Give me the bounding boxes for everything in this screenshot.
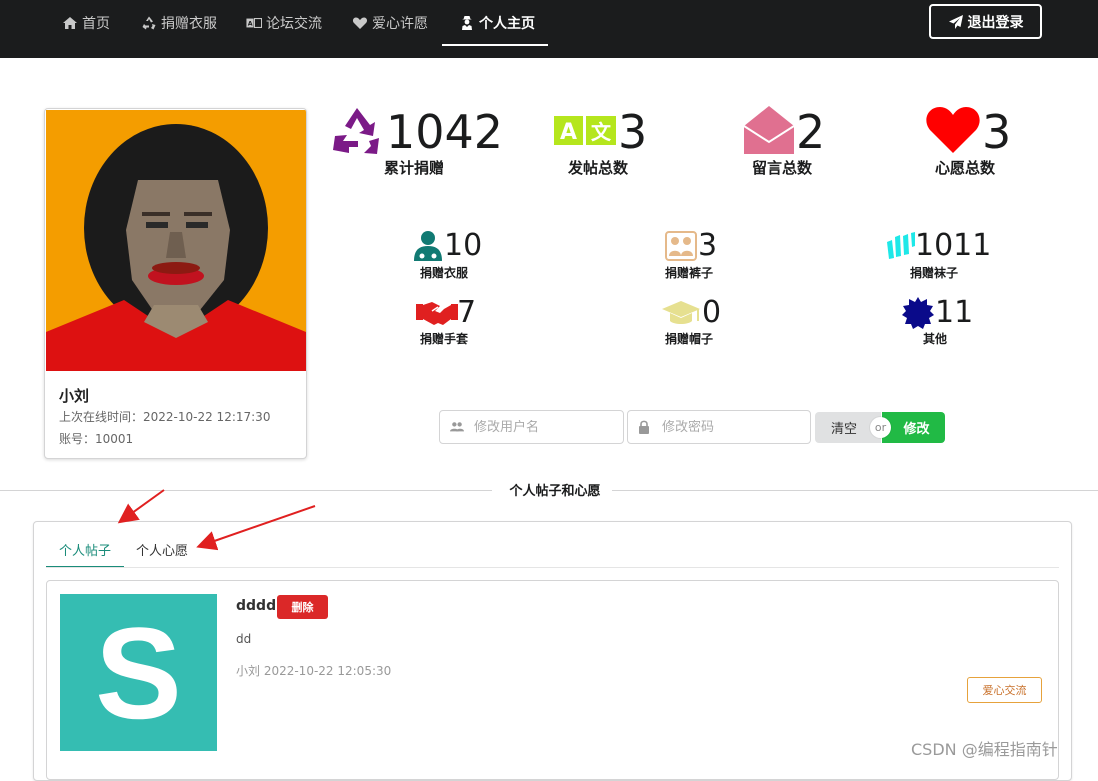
section-divider-left bbox=[0, 490, 492, 491]
submit-edit-button[interactable]: 修改 bbox=[882, 412, 945, 443]
stat-value: 0 bbox=[702, 295, 722, 330]
nav-item-forum[interactable]: A 论坛交流 bbox=[246, 0, 322, 46]
tab-personal-posts[interactable]: 个人帖子 bbox=[46, 540, 124, 568]
home-icon bbox=[62, 15, 78, 31]
nav-active-indicator bbox=[442, 44, 548, 46]
profile-name: 小刘 bbox=[59, 387, 90, 405]
stat-total-messages: 2 留言总数 bbox=[743, 104, 833, 177]
stat-label: 捐赠袜子 bbox=[910, 266, 959, 280]
nav-item-wish[interactable]: 爱心许愿 bbox=[352, 0, 428, 46]
nav-item-label: 爱心许愿 bbox=[372, 16, 428, 32]
stat-value: 7 bbox=[457, 295, 477, 330]
handshake-icon bbox=[416, 299, 458, 331]
stat-value: 11 bbox=[935, 295, 974, 330]
post-content: dd bbox=[236, 632, 252, 646]
account-id: 账号：10001 bbox=[59, 432, 134, 446]
users-icon bbox=[665, 230, 697, 266]
top-nav-bar: 首页 捐赠衣服 A 论坛交流 爱心许愿 个人主页 退出登录 bbox=[0, 0, 1098, 58]
username-field-wrapper bbox=[439, 410, 624, 444]
nav-item-label: 首页 bbox=[82, 16, 110, 32]
user-md-icon bbox=[413, 230, 443, 266]
translate-icon: A 文 bbox=[553, 114, 617, 152]
stat-label: 捐赠裤子 bbox=[665, 266, 714, 280]
stat-total-posts: A 文 3 发帖总数 bbox=[553, 104, 653, 177]
stat-label: 发帖总数 bbox=[568, 159, 629, 177]
stat-label: 累计捐赠 bbox=[384, 159, 445, 177]
stat-label: 心愿总数 bbox=[935, 159, 996, 177]
stat-value: 10 bbox=[444, 228, 483, 263]
svg-text:A: A bbox=[560, 120, 577, 145]
heart-icon bbox=[352, 15, 368, 31]
paper-plane-icon bbox=[948, 14, 964, 30]
nav-item-home[interactable]: 首页 bbox=[62, 0, 110, 46]
post-thumbnail[interactable]: S bbox=[60, 594, 217, 751]
stat-value: 3 bbox=[982, 105, 1012, 159]
graduation-cap-icon bbox=[661, 299, 701, 331]
section-divider-right bbox=[612, 490, 1098, 491]
section-title: 个人帖子和心愿 bbox=[509, 484, 601, 499]
password-input[interactable] bbox=[662, 419, 802, 435]
stat-value: 3 bbox=[618, 105, 648, 159]
svg-text:A: A bbox=[248, 21, 253, 28]
annotation-arrow bbox=[117, 489, 165, 524]
watermark: CSDN @编程指南针 bbox=[911, 740, 1058, 759]
logout-label: 退出登录 bbox=[967, 14, 1024, 31]
post-title[interactable]: dddd bbox=[236, 598, 276, 614]
heart-icon bbox=[925, 106, 981, 158]
nav-item-label: 个人主页 bbox=[479, 16, 535, 32]
svg-text:文: 文 bbox=[591, 120, 612, 144]
users-icon bbox=[450, 420, 464, 434]
stat-label: 捐赠帽子 bbox=[665, 332, 714, 346]
wpforms-icon bbox=[886, 232, 916, 264]
recycle-icon bbox=[141, 15, 157, 31]
nav-item-profile[interactable]: 个人主页 bbox=[459, 0, 535, 46]
logout-button[interactable]: 退出登录 bbox=[929, 4, 1042, 39]
lock-icon bbox=[638, 420, 652, 434]
stat-total-donations: 1042 累计捐赠 bbox=[331, 104, 506, 177]
stat-label: 捐赠手套 bbox=[420, 332, 469, 346]
user-secret-icon bbox=[459, 15, 475, 31]
stat-value: 1042 bbox=[386, 105, 504, 159]
last-online-time: 上次在线时间：2022-10-22 12:17:30 bbox=[59, 410, 271, 424]
stat-label: 留言总数 bbox=[752, 159, 813, 177]
certificate-icon bbox=[901, 296, 935, 334]
tabs-underline bbox=[46, 567, 1059, 568]
stat-value: 3 bbox=[698, 228, 718, 263]
avatar bbox=[46, 110, 306, 371]
or-separator: or bbox=[870, 417, 891, 438]
translate-icon: A bbox=[246, 15, 262, 31]
username-input[interactable] bbox=[474, 419, 614, 435]
stat-total-wishes: 3 心愿总数 bbox=[925, 104, 1015, 177]
stat-value: 1011 bbox=[915, 228, 992, 263]
tab-personal-wishes[interactable]: 个人心愿 bbox=[136, 540, 188, 568]
post-category-tag[interactable]: 爱心交流 bbox=[967, 677, 1042, 703]
nav-item-donate-clothes[interactable]: 捐赠衣服 bbox=[141, 0, 217, 46]
password-field-wrapper bbox=[627, 410, 811, 444]
stat-label: 其他 bbox=[923, 332, 948, 346]
delete-post-button[interactable]: 删除 bbox=[277, 595, 328, 619]
nav-item-label: 捐赠衣服 bbox=[161, 16, 217, 32]
nav-item-label: 论坛交流 bbox=[266, 16, 322, 32]
post-meta: 小刘 2022-10-22 12:05:30 bbox=[236, 664, 392, 678]
envelope-open-icon bbox=[743, 104, 795, 160]
recycle-icon bbox=[331, 106, 383, 160]
profile-card: 小刘 上次在线时间：2022-10-22 12:17:30 账号：10001 bbox=[44, 108, 307, 459]
stat-value: 2 bbox=[796, 105, 826, 159]
stat-label: 捐赠衣服 bbox=[420, 266, 469, 280]
